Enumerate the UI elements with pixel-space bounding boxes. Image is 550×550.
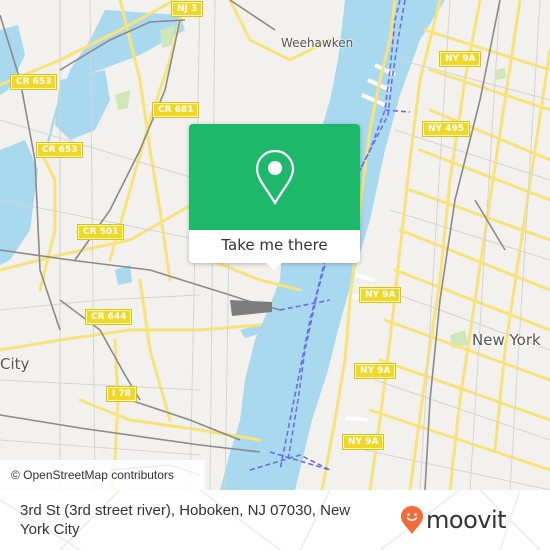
moovit-wordmark: moovit xyxy=(426,506,507,534)
map[interactable]: Weehawken New York City NJ 3 CR 653 CR 6… xyxy=(0,0,550,490)
route-shield-i-78: I 78 xyxy=(107,387,137,401)
footer: 3rd St (3rd street river), Hoboken, NJ 0… xyxy=(0,490,550,550)
route-shield-cr-644: CR 644 xyxy=(86,310,132,324)
place-label-new-york: New York xyxy=(472,331,541,349)
route-shield-nj-3: NJ 3 xyxy=(172,2,203,16)
popup-header xyxy=(189,124,360,230)
take-me-there-button[interactable]: Take me there xyxy=(189,230,360,263)
place-label-weehawken: Weehawken xyxy=(281,36,354,50)
popup-pointer xyxy=(265,262,283,270)
route-shield-cr-681: CR 681 xyxy=(153,103,199,117)
place-label-jersey-city: City xyxy=(0,355,30,373)
map-attribution[interactable]: © OpenStreetMap contributors xyxy=(0,460,205,490)
route-shield-ny-9a: NY 9A xyxy=(360,288,401,302)
address-text: 3rd St (3rd street river), Hoboken, NJ 0… xyxy=(20,502,351,538)
route-shield-ny-495: NY 495 xyxy=(423,122,469,136)
location-popup: Take me there xyxy=(189,124,360,270)
route-shield-cr-653: CR 653 xyxy=(37,143,83,157)
moovit-pin-icon xyxy=(401,506,423,534)
route-shield-ny-9a: NY 9A xyxy=(355,364,396,378)
map-pin-icon xyxy=(255,149,294,205)
route-shield-cr-501: CR 501 xyxy=(78,225,124,239)
moovit-logo: moovit xyxy=(400,502,507,538)
hoboken-terminal xyxy=(230,300,272,316)
route-shield-ny-9a: NY 9A xyxy=(343,435,384,449)
route-shield-ny-9a: NY 9A xyxy=(440,52,481,66)
route-shield-cr-653: CR 653 xyxy=(11,75,57,89)
